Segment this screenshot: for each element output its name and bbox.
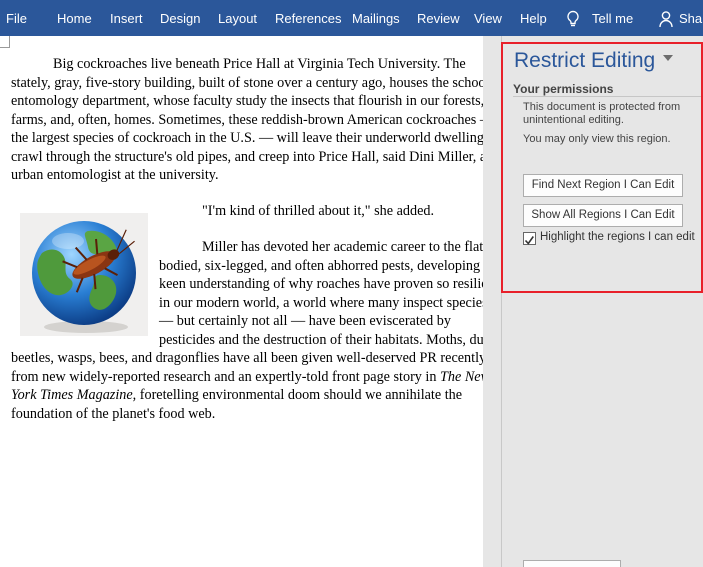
italic-source: York Times Magazine, <box>11 387 137 403</box>
doc-line: bodied, six-legged, and often abhorred p… <box>159 257 483 274</box>
tab-mailings[interactable]: Mailings <box>352 11 400 26</box>
restrict-editing-pane: Restrict Editing Your permissions This d… <box>501 36 703 567</box>
tab-help[interactable]: Help <box>520 11 547 26</box>
lightbulb-icon[interactable] <box>565 10 581 28</box>
view-only-note: You may only view this region. <box>523 133 671 145</box>
doc-line: urban entomologist at the university. <box>11 167 219 183</box>
page-corner-marker <box>0 36 10 48</box>
doc-line: York Times Magazine, foretelling environ… <box>11 386 462 405</box>
doc-text: foretelling environmental doom should we… <box>139 387 463 403</box>
protection-info-line: This document is protected from <box>523 101 681 113</box>
pane-title: Restrict Editing <box>514 49 656 72</box>
doc-line: pesticides and the destruction of their … <box>159 331 483 348</box>
protection-info-line: unintentional editing. <box>523 114 624 126</box>
doc-line: keen understanding of why roaches have p… <box>159 276 483 292</box>
pane-bottom-button[interactable] <box>523 560 621 567</box>
checkmark-icon <box>524 236 534 245</box>
highlight-regions-label: Highlight the regions I can edit <box>540 231 695 243</box>
find-next-region-button[interactable]: Find Next Region I Can Edit <box>523 174 683 197</box>
doc-line: the largest species of cockroach in the … <box>11 130 483 146</box>
doc-line: entomology department, whose faculty stu… <box>11 93 483 109</box>
tab-view[interactable]: View <box>474 11 502 26</box>
tab-home[interactable]: Home <box>57 11 92 26</box>
section-heading: Your permissions <box>513 82 614 96</box>
doc-line: Big cockroaches live beneath Price Hall … <box>53 56 466 72</box>
share-button[interactable]: Share <box>679 11 703 26</box>
tab-design[interactable]: Design <box>160 11 200 26</box>
tab-references[interactable]: References <box>275 11 341 26</box>
show-all-regions-button[interactable]: Show All Regions I Can Edit <box>523 204 683 227</box>
chevron-down-icon[interactable] <box>663 55 673 61</box>
tab-insert[interactable]: Insert <box>110 11 143 26</box>
doc-line: Miller has devoted her academic career t… <box>202 239 483 255</box>
doc-line: in our modern world, a world where many … <box>159 294 483 311</box>
doc-line: crawl through the structure's old pipes,… <box>11 148 483 165</box>
ribbon-tab-bar: File Home Insert Design Layout Reference… <box>0 0 703 36</box>
tab-review[interactable]: Review <box>417 11 460 26</box>
doc-line: — but certainly not all — have been evis… <box>159 313 451 329</box>
vertical-scroll-gutter[interactable] <box>483 36 501 567</box>
doc-line: from new widely-reported research and an… <box>11 368 483 387</box>
doc-line: foundation of the planet's food web. <box>11 405 216 422</box>
tab-layout[interactable]: Layout <box>218 11 257 26</box>
italic-source: The New <box>440 368 483 385</box>
doc-text: from new widely-reported research and an… <box>11 368 441 385</box>
doc-line: beetles, wasps, bees, and dragonflies ha… <box>11 350 483 366</box>
person-share-icon[interactable] <box>659 10 675 28</box>
highlight-regions-checkbox[interactable] <box>523 232 536 245</box>
doc-line: farms, and, often, homes. Sometimes, the… <box>11 111 483 128</box>
document-page[interactable]: Big cockroaches live beneath Price Hall … <box>0 36 483 567</box>
tab-file[interactable]: File <box>6 11 27 26</box>
cockroach-globe-image <box>20 213 148 336</box>
doc-line: "I'm kind of thrilled about it," she add… <box>202 203 435 219</box>
tell-me-search[interactable]: Tell me <box>592 11 633 26</box>
doc-line: stately, gray, five-story building, buil… <box>11 74 483 91</box>
section-divider <box>513 96 703 97</box>
